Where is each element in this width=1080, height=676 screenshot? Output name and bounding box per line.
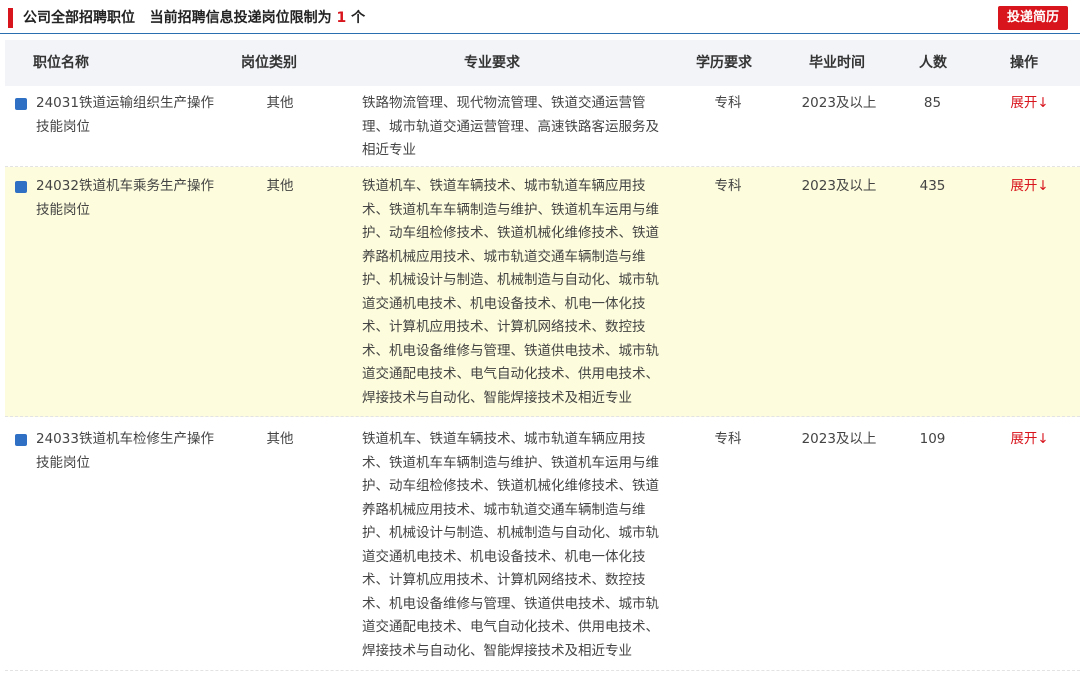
col-header-action: 操作 xyxy=(1010,55,1038,71)
row-marker-square xyxy=(15,434,27,446)
job-category: 其他 xyxy=(266,431,294,447)
col-header-count: 人数 xyxy=(919,55,947,71)
job-title: 24032铁道机车乘务生产操作技能岗位 xyxy=(36,178,214,218)
job-title: 24031铁道运输组织生产操作技能岗位 xyxy=(36,95,214,135)
major-requirement: 铁道机车、铁道车辆技术、城市轨道车辆应用技术、铁道机车车辆制造与维护、铁道机车运… xyxy=(362,431,659,659)
title-suffix: 个 xyxy=(346,10,366,26)
title-prefix: 公司全部招聘职位 当前招聘信息投递岗位限制为 xyxy=(23,10,337,26)
headcount: 435 xyxy=(919,178,946,194)
expand-link[interactable]: 展开↓ xyxy=(1007,92,1052,116)
table-row: 24031铁道运输组织生产操作技能岗位 其他 铁路物流管理、现代物流管理、铁道交… xyxy=(5,86,1080,167)
headcount: 109 xyxy=(919,431,946,447)
col-header-graduation: 毕业时间 xyxy=(809,55,865,71)
headcount: 85 xyxy=(923,95,942,111)
submit-resume-button[interactable]: 投递简历 xyxy=(997,6,1068,30)
job-title: 24033铁道机车检修生产操作技能岗位 xyxy=(36,431,214,471)
col-header-major: 专业要求 xyxy=(464,55,520,71)
col-header-name: 职位名称 xyxy=(33,55,89,71)
header-accent-bar xyxy=(8,8,13,28)
major-requirement: 铁道机车、铁道车辆技术、城市轨道车辆应用技术、铁道机车车辆制造与维护、铁道机车运… xyxy=(362,178,659,406)
limit-count: 1 xyxy=(336,10,347,26)
expand-link[interactable]: 展开↓ xyxy=(1007,428,1052,452)
table-row: 24033铁道机车检修生产操作技能岗位 其他 铁道机车、铁道车辆技术、城市轨道车… xyxy=(5,418,1080,671)
section-title: 公司全部招聘职位 当前招聘信息投递岗位限制为 1 个 xyxy=(23,9,365,27)
recruitment-page: 公司全部招聘职位 当前招聘信息投递岗位限制为 1 个 投递简历 职位名称 岗位类… xyxy=(0,0,1080,676)
job-category: 其他 xyxy=(266,178,294,194)
education-requirement: 专科 xyxy=(714,431,742,447)
graduation-time: 2023及以上 xyxy=(801,95,877,111)
col-header-education: 学历要求 xyxy=(696,55,752,71)
job-category: 其他 xyxy=(266,95,294,111)
major-requirement: 铁路物流管理、现代物流管理、铁道交通运营管理、城市轨道交通运营管理、高速铁路客运… xyxy=(362,95,659,158)
col-header-category: 岗位类别 xyxy=(241,55,297,71)
table-header: 职位名称 岗位类别 专业要求 学历要求 毕业时间 人数 操作 xyxy=(5,40,1080,86)
graduation-time: 2023及以上 xyxy=(801,431,877,447)
section-header: 公司全部招聘职位 当前招聘信息投递岗位限制为 1 个 投递简历 xyxy=(0,0,1080,34)
expand-link[interactable]: 展开↓ xyxy=(1007,175,1052,199)
table-row: 24032铁道机车乘务生产操作技能岗位 其他 铁道机车、铁道车辆技术、城市轨道车… xyxy=(5,167,1080,417)
education-requirement: 专科 xyxy=(714,95,742,111)
graduation-time: 2023及以上 xyxy=(801,178,877,194)
row-marker-square xyxy=(15,181,27,193)
education-requirement: 专科 xyxy=(714,178,742,194)
row-marker-square xyxy=(15,98,27,110)
